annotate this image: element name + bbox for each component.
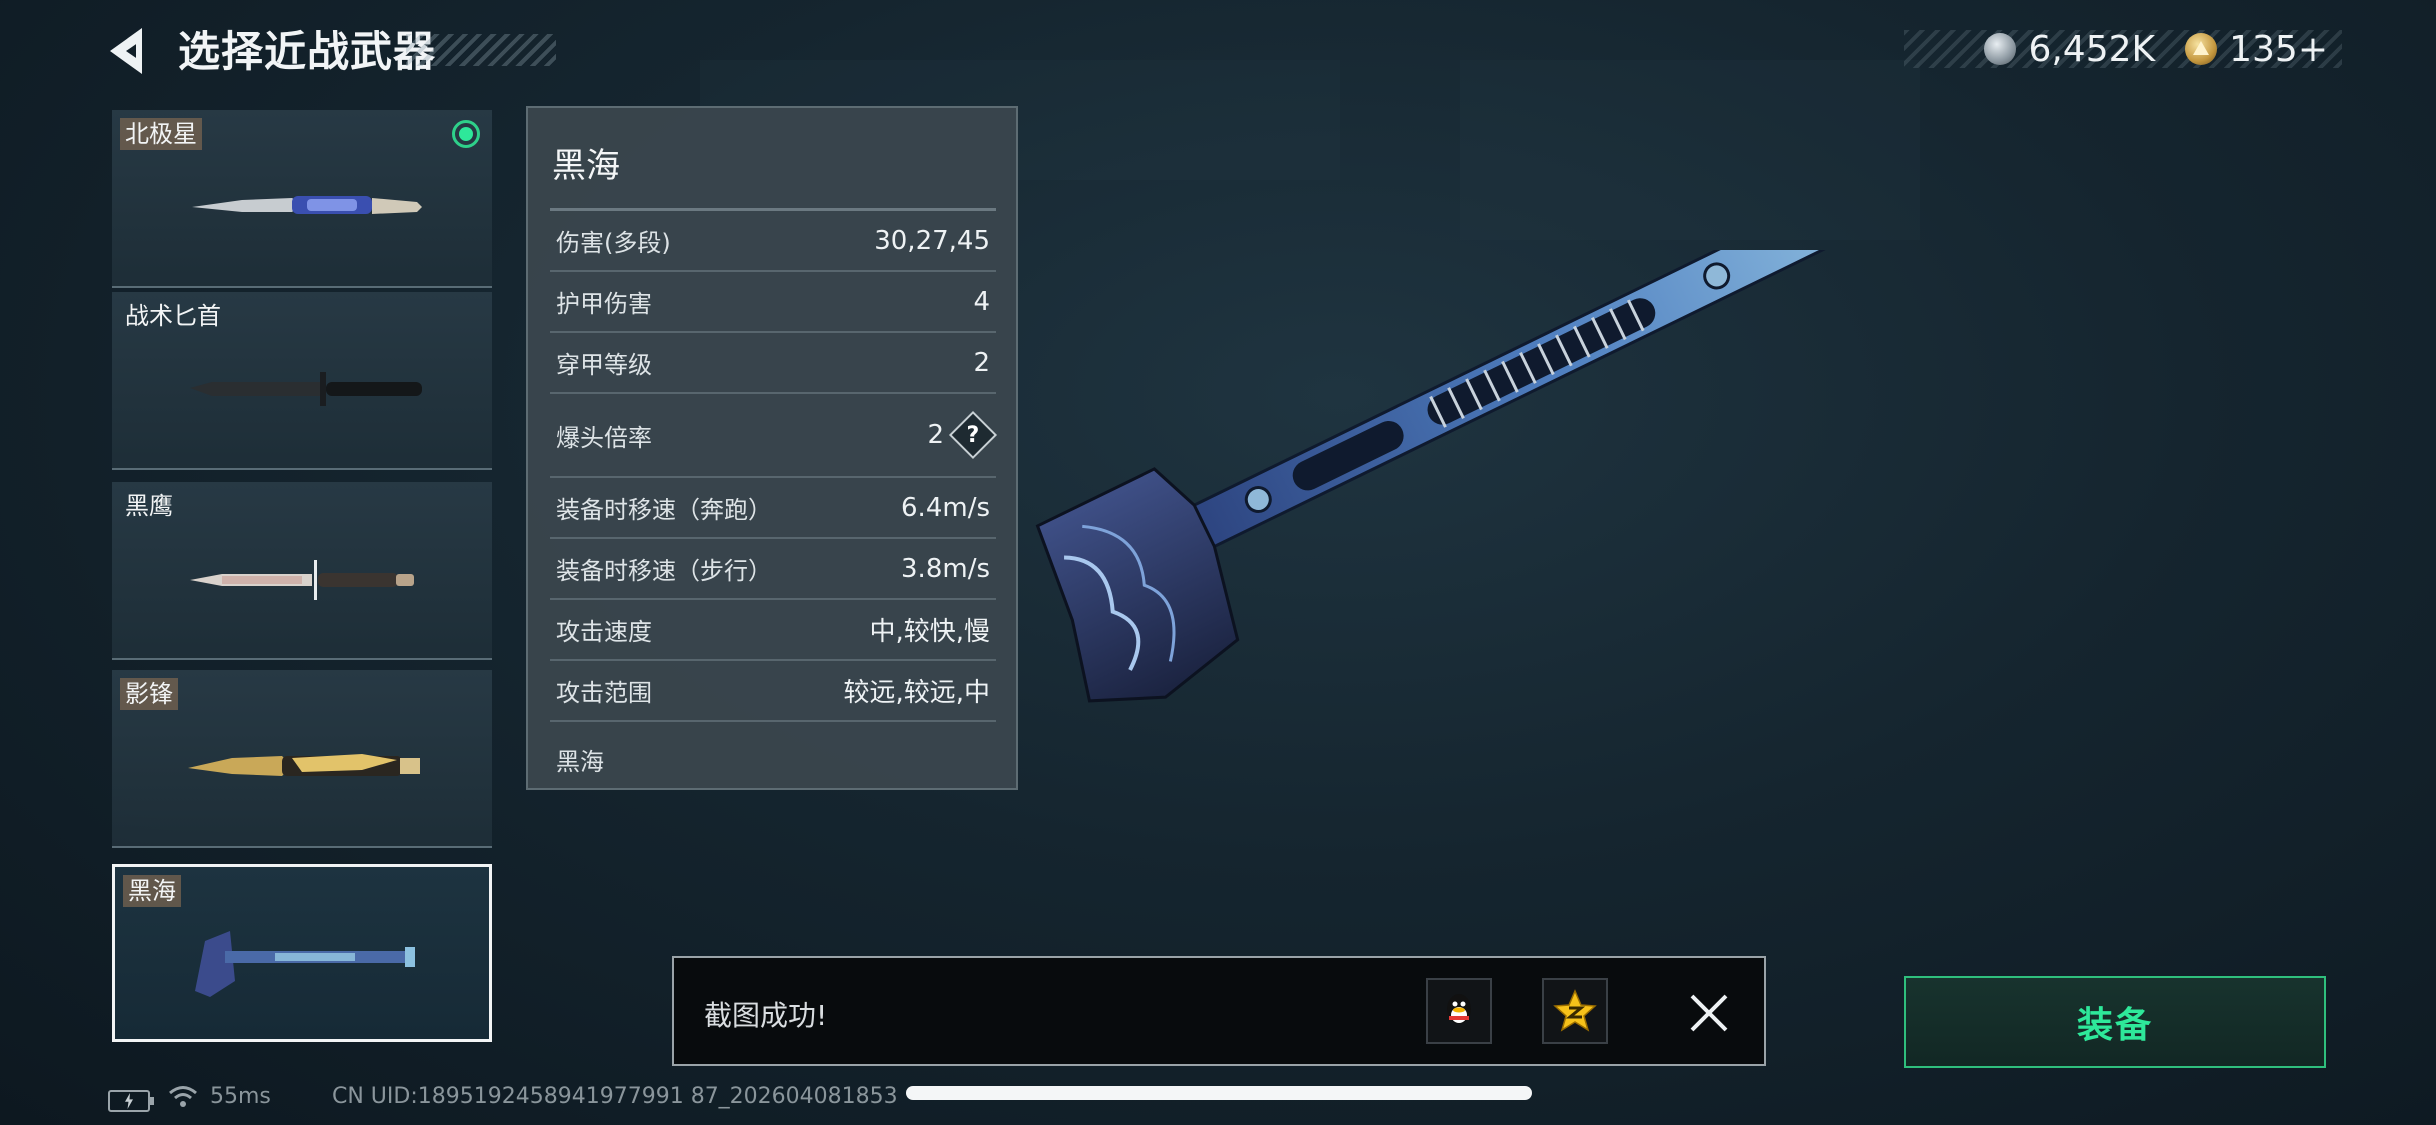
stat-value: 中,较快,慢 (869, 617, 990, 647)
stat-value: 30,27,45 (874, 225, 990, 256)
screenshot-toast: 截图成功! (672, 956, 1766, 1066)
wifi-icon (169, 1086, 197, 1107)
weapon-card-heihai[interactable]: 黑海 (112, 864, 492, 1042)
gold-triangle-icon (2185, 33, 2218, 65)
background-panel (1460, 60, 1920, 240)
stat-row-walk-speed: 装备时移速（步行） 3.8m/s (550, 539, 996, 600)
stat-row-headshot: 爆头倍率 2 ? (550, 394, 998, 478)
currency-value-silver: 6,452K (2028, 28, 2156, 70)
stat-label: 装备时移速（奔跑） (556, 496, 772, 524)
stat-value: 2 (927, 420, 944, 450)
weapon-card-tactical-dagger[interactable]: 战术匕首 (112, 292, 492, 470)
share-qq-button[interactable] (1426, 978, 1492, 1044)
stat-label: 攻击范围 (556, 679, 652, 707)
stat-row-run-speed: 装备时移速（奔跑） 6.4m/s (550, 478, 996, 539)
currency-value-gold[interactable]: 135+ (2229, 29, 2328, 70)
stats-list: 伤害(多段) 30,27,45 护甲伤害 4 穿甲等级 2 爆头倍率 2 ? 装… (550, 208, 998, 722)
qq-icon (1447, 994, 1471, 1024)
weapon-name: 黑海 (123, 875, 181, 907)
home-indicator[interactable] (906, 1086, 1532, 1100)
stat-value: 较远,较远,中 (843, 678, 990, 708)
stat-row-penetration: 穿甲等级 2 (550, 333, 996, 394)
equipped-indicator-icon (452, 120, 480, 148)
toast-close-button[interactable] (1684, 988, 1734, 1038)
combat-knife-icon (190, 560, 414, 600)
stat-label: 装备时移速（步行） (556, 557, 772, 585)
back-arrow-icon (110, 28, 142, 74)
stat-label: 伤害(多段) (556, 229, 671, 257)
silver-coin-icon (1984, 33, 2017, 65)
stats-weapon-title: 黑海 (552, 146, 620, 186)
close-icon (1690, 994, 1728, 1032)
weapon-card-yingfeng[interactable]: 影锋 (112, 670, 492, 848)
weapon-stats-panel: 黑海 伤害(多段) 30,27,45 护甲伤害 4 穿甲等级 2 爆头倍率 2 … (526, 106, 1018, 790)
ping-value: 55ms (210, 1084, 271, 1109)
stat-row-attack-speed: 攻击速度 中,较快,慢 (550, 600, 996, 661)
stat-value: 3.8m/s (901, 553, 990, 584)
weapon-name: 战术匕首 (125, 302, 221, 330)
shadow-blade-icon (188, 754, 420, 776)
knife-icon (192, 196, 422, 214)
page-title: 选择近战武器 (178, 27, 437, 76)
weapon-name: 黑鹰 (125, 492, 173, 520)
equip-button[interactable]: 装备 (1904, 976, 2326, 1068)
stat-row-damage: 伤害(多段) 30,27,45 (550, 211, 996, 272)
weapon-card-beijixing[interactable]: 北极星 (112, 110, 492, 288)
weapon-preview-image[interactable] (990, 250, 2020, 990)
stat-value: 6.4m/s (901, 492, 990, 523)
stat-label: 爆头倍率 (556, 423, 652, 452)
stat-label: 攻击速度 (556, 618, 652, 646)
share-qzone-button[interactable] (1542, 978, 1608, 1044)
weapon-card-heiying[interactable]: 黑鹰 (112, 482, 492, 660)
weapon-name: 影锋 (120, 678, 178, 710)
stat-value: 4 (973, 286, 990, 317)
stat-label: 穿甲等级 (556, 351, 652, 379)
stat-row-armor-damage: 护甲伤害 4 (550, 272, 996, 333)
equip-button-label: 装备 (2076, 1005, 2153, 1046)
currency-bar: 6,452K 135+ (1904, 28, 2342, 70)
weapon-name: 北极星 (120, 118, 202, 150)
stat-row-attack-range: 攻击范围 较远,较远,中 (550, 661, 996, 722)
player-uid: CN UID:1895192458941977991 87_2026040818… (332, 1084, 898, 1109)
toast-message: 截图成功! (704, 999, 828, 1032)
stats-footer-name: 黑海 (556, 748, 604, 776)
stat-label: 护甲伤害 (556, 290, 652, 318)
qzone-icon (1553, 989, 1597, 1032)
axe-icon (195, 931, 415, 997)
battery-charging-icon (108, 1090, 154, 1112)
back-button[interactable] (106, 26, 152, 76)
stat-value: 2 (973, 347, 990, 378)
title-decoration (406, 34, 556, 66)
dagger-icon (190, 372, 422, 406)
help-glyph: ? (966, 422, 980, 448)
stat-value-group: 2 ? (927, 410, 998, 460)
